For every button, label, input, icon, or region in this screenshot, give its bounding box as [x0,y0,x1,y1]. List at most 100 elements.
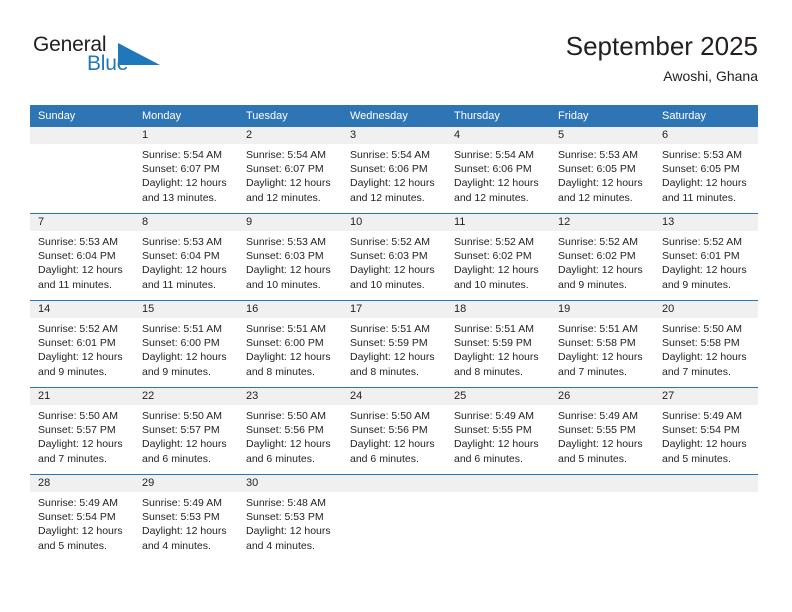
calendar-week-row: 28 Sunrise: 5:49 AM Sunset: 5:54 PM Dayligh… [30,474,758,561]
day-cell[interactable]: 15 Sunrise: 5:51 AM Sunset: 6:00 PM Dayligh… [134,301,238,387]
brand-logo[interactable]: General Blue [33,33,213,83]
day-detail-sunrise: Sunrise: 5:54 AM [246,149,326,161]
calendar-grid: Sunday Monday Tuesday Wednesday Thursday… [30,105,758,561]
day-cell[interactable]: 23 Sunrise: 5:50 AM Sunset: 5:56 PM Dayligh… [238,388,342,474]
day-details [342,492,446,496]
day-detail-sunset: Sunset: 6:00 PM [142,337,220,350]
day-number [550,475,654,492]
day-detail-daylight1: Daylight: 12 hours [246,351,331,364]
day-cell[interactable]: 8 Sunrise: 5:53 AM Sunset: 6:04 PM Daylight… [134,214,238,300]
day-cell[interactable]: 24 Sunrise: 5:50 AM Sunset: 5:56 PM Dayligh… [342,388,446,474]
day-detail-sunset: Sunset: 5:53 PM [142,511,220,524]
day-cell[interactable]: 29 Sunrise: 5:49 AM Sunset: 5:53 PM Dayligh… [134,475,238,561]
day-detail-daylight2: and 12 minutes. [246,191,321,204]
day-number: 28 [30,475,134,492]
day-detail-daylight2: and 4 minutes. [246,539,315,552]
triangle-logo-icon [118,43,160,65]
day-number: 3 [342,127,446,144]
calendar-day-cell: 23 Sunrise: 5:50 AM Sunset: 5:56 PM Dayligh… [238,387,342,475]
day-cell[interactable]: 27 Sunrise: 5:49 AM Sunset: 5:54 PM Dayligh… [654,388,758,474]
day-details: Sunrise: 5:49 AM Sunset: 5:53 PM Daylight:… [134,492,238,553]
day-detail-sunrise: Sunrise: 5:52 AM [558,236,638,248]
day-number: 17 [342,301,446,318]
day-number [30,127,134,144]
day-cell[interactable]: 10 Sunrise: 5:52 AM Sunset: 6:03 PM Dayligh… [342,214,446,300]
day-cell[interactable]: 1 Sunrise: 5:54 AM Sunset: 6:07 PM Daylight… [134,127,238,213]
day-cell[interactable]: 6 Sunrise: 5:53 AM Sunset: 6:05 PM Daylight… [654,127,758,213]
day-detail-sunrise: Sunrise: 5:53 AM [662,149,742,161]
day-cell[interactable]: 16 Sunrise: 5:51 AM Sunset: 6:00 PM Dayligh… [238,301,342,387]
day-detail-daylight2: and 8 minutes. [246,365,315,378]
calendar-day-cell: 3 Sunrise: 5:54 AM Sunset: 6:06 PM Daylight… [342,127,446,214]
day-cell[interactable]: 12 Sunrise: 5:52 AM Sunset: 6:02 PM Dayligh… [550,214,654,300]
day-detail-daylight1: Daylight: 12 hours [38,264,123,277]
day-cell[interactable]: 13 Sunrise: 5:52 AM Sunset: 6:01 PM Dayligh… [654,214,758,300]
day-detail-sunset: Sunset: 6:03 PM [350,250,428,263]
day-detail-daylight1: Daylight: 12 hours [246,438,331,451]
day-cell[interactable]: 26 Sunrise: 5:49 AM Sunset: 5:55 PM Dayligh… [550,388,654,474]
day-detail-sunset: Sunset: 6:02 PM [454,250,532,263]
calendar-day-cell: 30 Sunrise: 5:48 AM Sunset: 5:53 PM Dayligh… [238,474,342,561]
day-detail-sunrise: Sunrise: 5:50 AM [38,410,118,422]
calendar-day-cell: 5 Sunrise: 5:53 AM Sunset: 6:05 PM Daylight… [550,127,654,214]
day-details: Sunrise: 5:51 AM Sunset: 6:00 PM Daylight:… [134,318,238,379]
day-cell[interactable]: 22 Sunrise: 5:50 AM Sunset: 5:57 PM Dayligh… [134,388,238,474]
day-details [446,492,550,496]
day-cell[interactable]: 20 Sunrise: 5:50 AM Sunset: 5:58 PM Dayligh… [654,301,758,387]
day-detail-sunrise: Sunrise: 5:49 AM [38,497,118,509]
weekday-header-thursday: Thursday [446,105,550,127]
day-number: 14 [30,301,134,318]
day-cell[interactable]: 28 Sunrise: 5:49 AM Sunset: 5:54 PM Dayligh… [30,475,134,561]
day-detail-daylight1: Daylight: 12 hours [662,177,747,190]
day-cell[interactable]: 25 Sunrise: 5:49 AM Sunset: 5:55 PM Dayligh… [446,388,550,474]
day-detail-sunset: Sunset: 6:07 PM [142,163,220,176]
day-detail-daylight2: and 6 minutes. [454,452,523,465]
day-number: 18 [446,301,550,318]
day-cell-empty [550,475,654,561]
calendar-day-cell: 4 Sunrise: 5:54 AM Sunset: 6:06 PM Daylight… [446,127,550,214]
calendar-day-cell: 19 Sunrise: 5:51 AM Sunset: 5:58 PM Dayligh… [550,300,654,388]
day-detail-sunrise: Sunrise: 5:53 AM [142,236,222,248]
page-header: General Blue September 2025 Awoshi, Ghan… [0,0,792,100]
day-detail-daylight2: and 7 minutes. [38,452,107,465]
day-cell[interactable]: 17 Sunrise: 5:51 AM Sunset: 5:59 PM Dayligh… [342,301,446,387]
day-detail-daylight1: Daylight: 12 hours [142,177,227,190]
day-cell[interactable]: 4 Sunrise: 5:54 AM Sunset: 6:06 PM Daylight… [446,127,550,213]
day-detail-daylight1: Daylight: 12 hours [246,264,331,277]
day-details: Sunrise: 5:50 AM Sunset: 5:58 PM Daylight:… [654,318,758,379]
day-cell[interactable]: 9 Sunrise: 5:53 AM Sunset: 6:03 PM Daylight… [238,214,342,300]
day-cell[interactable]: 14 Sunrise: 5:52 AM Sunset: 6:01 PM Dayligh… [30,301,134,387]
day-cell[interactable]: 3 Sunrise: 5:54 AM Sunset: 6:06 PM Daylight… [342,127,446,213]
day-cell[interactable]: 21 Sunrise: 5:50 AM Sunset: 5:57 PM Dayligh… [30,388,134,474]
day-details: Sunrise: 5:52 AM Sunset: 6:02 PM Daylight:… [446,231,550,292]
day-detail-sunrise: Sunrise: 5:53 AM [246,236,326,248]
day-number: 21 [30,388,134,405]
day-detail-sunrise: Sunrise: 5:50 AM [246,410,326,422]
weekday-header-wednesday: Wednesday [342,105,446,127]
calendar-week-row: 14 Sunrise: 5:52 AM Sunset: 6:01 PM Dayligh… [30,300,758,388]
day-cell[interactable]: 19 Sunrise: 5:51 AM Sunset: 5:58 PM Dayligh… [550,301,654,387]
day-detail-sunrise: Sunrise: 5:50 AM [662,323,742,335]
calendar-day-cell: 6 Sunrise: 5:53 AM Sunset: 6:05 PM Daylight… [654,127,758,214]
day-cell[interactable]: 11 Sunrise: 5:52 AM Sunset: 6:02 PM Dayligh… [446,214,550,300]
day-detail-sunset: Sunset: 6:03 PM [246,250,324,263]
day-detail-sunrise: Sunrise: 5:51 AM [558,323,638,335]
day-detail-sunrise: Sunrise: 5:52 AM [662,236,742,248]
day-cell[interactable]: 30 Sunrise: 5:48 AM Sunset: 5:53 PM Dayligh… [238,475,342,561]
day-detail-daylight2: and 7 minutes. [662,365,731,378]
day-detail-sunrise: Sunrise: 5:51 AM [454,323,534,335]
day-number: 26 [550,388,654,405]
day-detail-daylight1: Daylight: 12 hours [142,525,227,538]
day-details: Sunrise: 5:51 AM Sunset: 6:00 PM Daylight:… [238,318,342,379]
day-cell[interactable]: 5 Sunrise: 5:53 AM Sunset: 6:05 PM Daylight… [550,127,654,213]
day-cell[interactable]: 2 Sunrise: 5:54 AM Sunset: 6:07 PM Daylight… [238,127,342,213]
calendar-day-cell: 10 Sunrise: 5:52 AM Sunset: 6:03 PM Dayligh… [342,213,446,301]
day-detail-daylight2: and 10 minutes. [246,278,321,291]
day-detail-daylight1: Daylight: 12 hours [350,177,435,190]
calendar-day-cell: 9 Sunrise: 5:53 AM Sunset: 6:03 PM Daylight… [238,213,342,301]
day-number: 12 [550,214,654,231]
day-detail-sunrise: Sunrise: 5:54 AM [142,149,222,161]
day-detail-daylight1: Daylight: 12 hours [38,525,123,538]
day-cell[interactable]: 7 Sunrise: 5:53 AM Sunset: 6:04 PM Daylight… [30,214,134,300]
day-cell[interactable]: 18 Sunrise: 5:51 AM Sunset: 5:59 PM Dayligh… [446,301,550,387]
